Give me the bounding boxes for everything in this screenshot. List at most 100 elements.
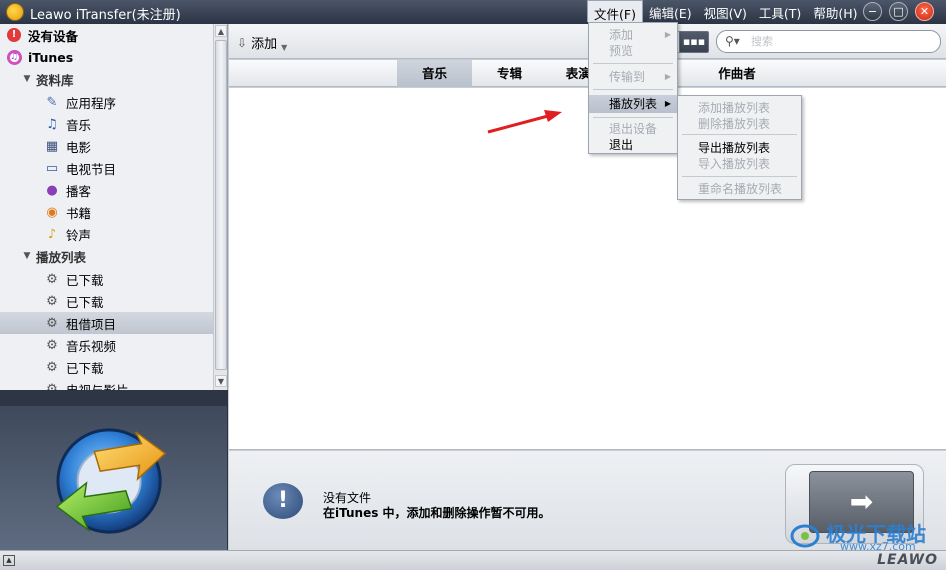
sidebar-item-movies[interactable]: ▦ 电影	[0, 135, 213, 157]
menu-item-export-playlist[interactable]: 导出播放列表	[678, 140, 801, 156]
app-logo-icon	[6, 3, 24, 21]
sidebar-item-label: 电影	[66, 139, 92, 155]
chevron-right-icon: ▶	[664, 30, 671, 39]
search-box[interactable]: ⚲▾	[716, 30, 941, 53]
scroll-thumb[interactable]	[215, 40, 227, 370]
sidebar-item-books[interactable]: ◉ 书籍	[0, 201, 213, 223]
menu-item-transfer-to[interactable]: 传输到 ▶	[589, 69, 677, 85]
menu-item-preview[interactable]: 预览	[589, 43, 677, 59]
sidebar-item-label: 播客	[66, 183, 92, 199]
menu-separator	[682, 134, 797, 135]
sidebar-playlist-item-selected[interactable]: ⚙ 租借项目	[0, 312, 213, 334]
close-button[interactable]: ✕	[915, 2, 934, 21]
column-album[interactable]: 专辑	[472, 60, 547, 87]
sidebar-item-label: 音乐	[66, 117, 92, 133]
sidebar-group-playlists[interactable]: ▼ 播放列表	[0, 245, 213, 267]
status-bar: ▲ LEAWO	[0, 550, 946, 570]
sidebar-item-label: 租借项目	[66, 316, 117, 332]
sidebar-item-label: iTunes	[28, 49, 74, 65]
film-icon: ▦	[45, 138, 59, 154]
tv-icon: ▭	[45, 160, 59, 176]
gear-icon: ⚙	[46, 381, 58, 391]
gear-icon: ⚙	[46, 293, 58, 309]
watermark-logo-icon	[790, 524, 820, 548]
search-input[interactable]	[751, 34, 931, 49]
sidebar-item-tvshows[interactable]: ▭ 电视节目	[0, 157, 213, 179]
playlist-submenu: 添加播放列表 删除播放列表 导出播放列表 导入播放列表 重命名播放列表	[677, 95, 802, 200]
sidebar-item-apps[interactable]: ✎ 应用程序	[0, 91, 213, 113]
gear-icon: ⚙	[46, 315, 58, 331]
sidebar-item-podcasts[interactable]: ● 播客	[0, 179, 213, 201]
sidebar-playlist-item[interactable]: ⚙ 电视与影片	[0, 378, 213, 391]
column-music[interactable]: 音乐	[397, 60, 472, 87]
menu-item-delete-playlist[interactable]: 删除播放列表	[678, 116, 801, 132]
scroll-up-icon[interactable]: ▲	[215, 25, 227, 37]
menu-bar: 文件(F) 编辑(E) 视图(V) 工具(T) 帮助(H)	[587, 0, 863, 22]
column-composer[interactable]: 作曲者	[697, 60, 777, 87]
panel-toggle-icon[interactable]: ▲	[3, 555, 15, 566]
add-button[interactable]: ⇩ 添加 ▼	[237, 33, 288, 53]
menu-item-playlist[interactable]: 播放列表 ▶	[589, 95, 677, 113]
red-arrow-icon	[487, 110, 562, 134]
menu-separator	[593, 89, 673, 90]
menu-item-eject-device[interactable]: 退出设备	[589, 121, 677, 137]
chevron-down-icon: ▼	[281, 43, 288, 52]
sidebar-group-library[interactable]: ▼ 资料库	[0, 68, 213, 90]
sidebar-playlist-item[interactable]: ⚙ 已下载	[0, 268, 213, 290]
search-icon[interactable]: ⚲▾	[725, 34, 740, 48]
watermark-url: www.xz7.com	[840, 540, 916, 553]
grid-view-toggle[interactable]: ▪▪▪	[679, 31, 709, 53]
title-bar: Leawo iTransfer(未注册) 文件(F) 编辑(E) 视图(V) 工…	[0, 0, 946, 24]
scroll-down-icon[interactable]: ▼	[215, 375, 227, 387]
menu-file[interactable]: 文件(F)	[587, 0, 643, 22]
caret-down-icon[interactable]: ▼	[22, 74, 32, 84]
chevron-right-icon: ▶	[664, 72, 671, 81]
menu-edit[interactable]: 编辑(E)	[643, 0, 698, 22]
caret-down-icon[interactable]: ▼	[22, 251, 32, 261]
sidebar-scrollbar[interactable]: ▲ ▼	[213, 24, 227, 390]
brand-logo: LEAWO	[877, 552, 938, 568]
sidebar-playlist-item[interactable]: ⚙ 音乐视频	[0, 334, 213, 356]
window-title: Leawo iTransfer(未注册)	[30, 8, 181, 23]
sidebar-item-label: 电视与影片	[66, 382, 129, 391]
book-icon: ◉	[46, 204, 58, 220]
gear-icon: ⚙	[46, 359, 58, 375]
file-menu-dropdown: 添加 ▶ 预览 传输到 ▶ 播放列表 ▶ 退出设备 退出	[588, 22, 678, 154]
sidebar-playlist-item[interactable]: ⚙ 已下载	[0, 356, 213, 378]
arrow-right-icon: ➡	[849, 485, 874, 518]
bell-icon: ♪	[47, 226, 57, 242]
menu-item-rename-playlist[interactable]: 重命名播放列表	[678, 181, 801, 197]
sidebar-item-itunes[interactable]: ♫ iTunes	[0, 46, 213, 68]
sidebar-item-music[interactable]: ♫ 音乐	[0, 113, 213, 135]
podcast-icon: ●	[46, 182, 58, 198]
panel-divider	[0, 390, 228, 406]
info-message: 在iTunes 中，添加和删除操作暂不可用。	[323, 506, 551, 520]
menu-item-add-playlist[interactable]: 添加播放列表	[678, 100, 801, 116]
sidebar-item-label: 音乐视频	[66, 338, 117, 354]
sidebar-item-label: 铃声	[66, 227, 92, 243]
menu-view[interactable]: 视图(V)	[698, 0, 753, 22]
sidebar-item-ringtones[interactable]: ♪ 铃声	[0, 223, 213, 245]
maximize-button[interactable]: □	[889, 2, 908, 21]
sidebar-group-label: 资料库	[36, 72, 74, 88]
menu-item-exit[interactable]: 退出	[589, 137, 677, 153]
menu-separator	[682, 176, 797, 177]
sidebar-item-label: 已下载	[66, 294, 104, 310]
apps-icon: ✎	[46, 94, 58, 110]
menu-tools[interactable]: 工具(T)	[753, 0, 807, 22]
add-button-label: 添加	[251, 37, 278, 52]
menu-item-import-playlist[interactable]: 导入播放列表	[678, 156, 801, 172]
itransfer-logo-icon	[55, 428, 167, 534]
sidebar-group-label: 播放列表	[36, 249, 87, 265]
chevron-right-icon: ▶	[664, 99, 671, 108]
menu-help[interactable]: 帮助(H)	[807, 0, 863, 22]
sidebar-playlist-item[interactable]: ⚙ 已下载	[0, 290, 213, 312]
minimize-button[interactable]: −	[863, 2, 882, 21]
sidebar-item-label: 书籍	[66, 205, 92, 221]
menu-separator	[593, 117, 673, 118]
menu-item-add[interactable]: 添加 ▶	[589, 27, 677, 43]
music-note-icon: ♫	[46, 116, 58, 132]
sidebar-item-label: 应用程序	[66, 95, 117, 111]
sidebar-item-device[interactable]: ! 没有设备	[0, 24, 213, 46]
info-icon: !	[263, 483, 303, 519]
